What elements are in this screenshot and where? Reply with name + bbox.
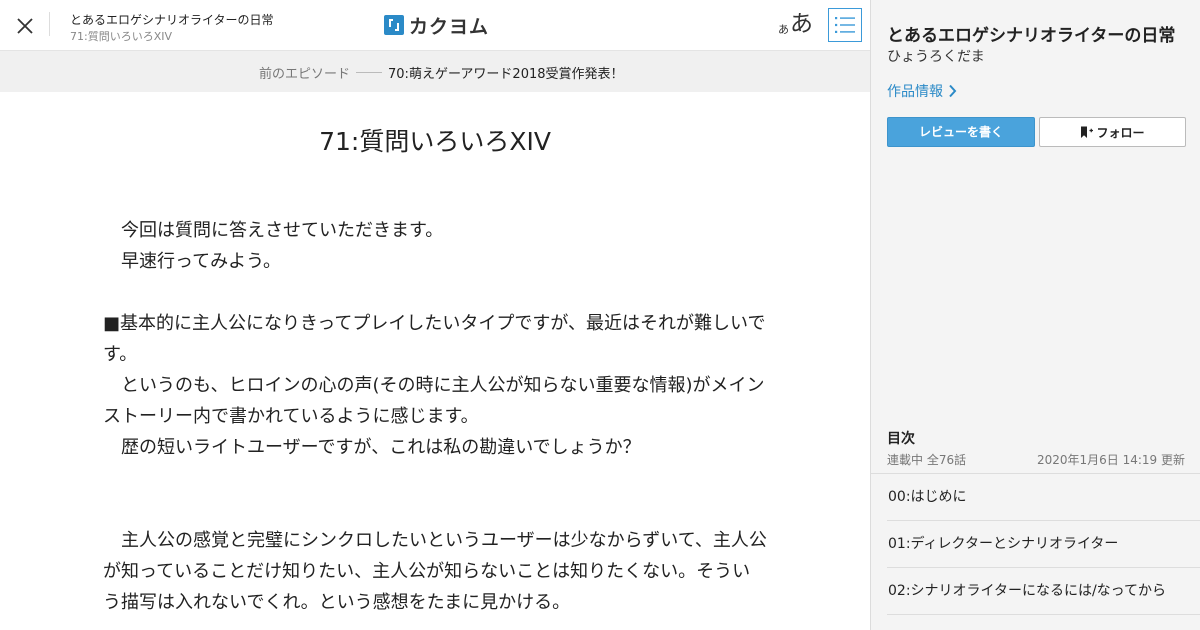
kakuyomu-logo[interactable]: カクヨム [384, 13, 490, 38]
toc-heading: 目次 [887, 431, 915, 447]
font-size-button[interactable]: あ あ [778, 9, 813, 39]
episode-subtitle: 71:質問いろいろXIV [70, 30, 173, 43]
close-button[interactable] [12, 13, 38, 39]
body-paragraph [103, 494, 768, 525]
logo-mark-icon [384, 15, 404, 35]
prev-episode-label: 前のエピソード [259, 67, 351, 82]
reader-header: とあるエロゲシナリオライターの日常 71:質問いろいろXIV カクヨム あ あ [0, 0, 870, 51]
logo-text: カクヨム [409, 15, 490, 38]
toc-list: 00:はじめに 01:ディレクターとシナリオライター 02:シナリオライターにな… [887, 474, 1200, 615]
body-paragraph [103, 463, 768, 494]
body-paragraph [103, 277, 768, 308]
chevron-right-icon [949, 84, 957, 98]
episode-title: 71:質問いろいろXIV [319, 127, 551, 156]
list-icon [835, 17, 855, 33]
close-icon [17, 18, 33, 34]
nav-separator [356, 72, 383, 73]
episode-nav-bar: 前のエピソード 70:萌えゲーアワード2018受賞作発表！ [0, 51, 870, 92]
font-toggle-small: あ [778, 23, 789, 36]
bookmark-plus-icon [1081, 126, 1094, 138]
sidebar-work-title[interactable]: とあるエロゲシナリオライターの日常 [887, 21, 1175, 46]
prev-episode-title[interactable]: 70:萌えゲーアワード2018受賞作発表！ [388, 63, 624, 82]
body-paragraph: 歴の短いライトユーザーですが、これは私の勘違いでしょうか？ [103, 437, 641, 458]
work-info-label: 作品情報 [887, 84, 943, 100]
body-paragraph: ■基本的に主人公になりきってプレイしたいタイプですが、最近はそれが難しいです。 [103, 313, 766, 365]
prev-episode-link[interactable]: 前のエピソード 70:萌えゲーアワード2018受賞作発表！ [259, 63, 624, 82]
toc-toggle-button[interactable] [828, 8, 862, 42]
body-paragraph: 今回は質問に答えさせていただきます。 [103, 220, 444, 241]
follow-button[interactable]: フォロー [1039, 117, 1186, 147]
follow-label: フォロー [1096, 125, 1145, 140]
header-divider [49, 12, 50, 36]
toc-status: 連載中 全76話 [887, 453, 967, 467]
toc-item[interactable]: 00:はじめに [887, 474, 1200, 521]
font-toggle-large: あ [790, 11, 813, 37]
body-paragraph: 早速行ってみよう。 [103, 251, 282, 272]
body-paragraph: 主人公の感覚と完璧にシンクロしたいというユーザーは少なからずいて、主人公が知って… [103, 530, 767, 613]
body-paragraph: というのも、ヒロインの心の声(その時に主人公が知らない重要な情報)がメインストー… [103, 375, 765, 427]
toc-item[interactable]: 02:シナリオライターになるには/なってから [887, 568, 1200, 615]
work-info-link[interactable]: 作品情報 [887, 81, 957, 101]
write-review-button[interactable]: レビューを書く [887, 117, 1035, 147]
toc-updated: 2020年1月6日 14:19 更新 [1036, 453, 1185, 467]
work-sidebar: とあるエロゲシナリオライターの日常 ひょうろくだま 作品情報 レビューを書く フ… [870, 0, 1200, 630]
sidebar-author-link[interactable]: ひょうろくだま [887, 46, 985, 66]
episode-body: 今回は質問に答えさせていただきます。 早速行ってみよう。 ■基本的に主人公になり… [103, 215, 768, 618]
toc-item[interactable]: 01:ディレクターとシナリオライター [887, 521, 1200, 568]
work-title-link[interactable]: とあるエロゲシナリオライターの日常 [70, 11, 274, 28]
